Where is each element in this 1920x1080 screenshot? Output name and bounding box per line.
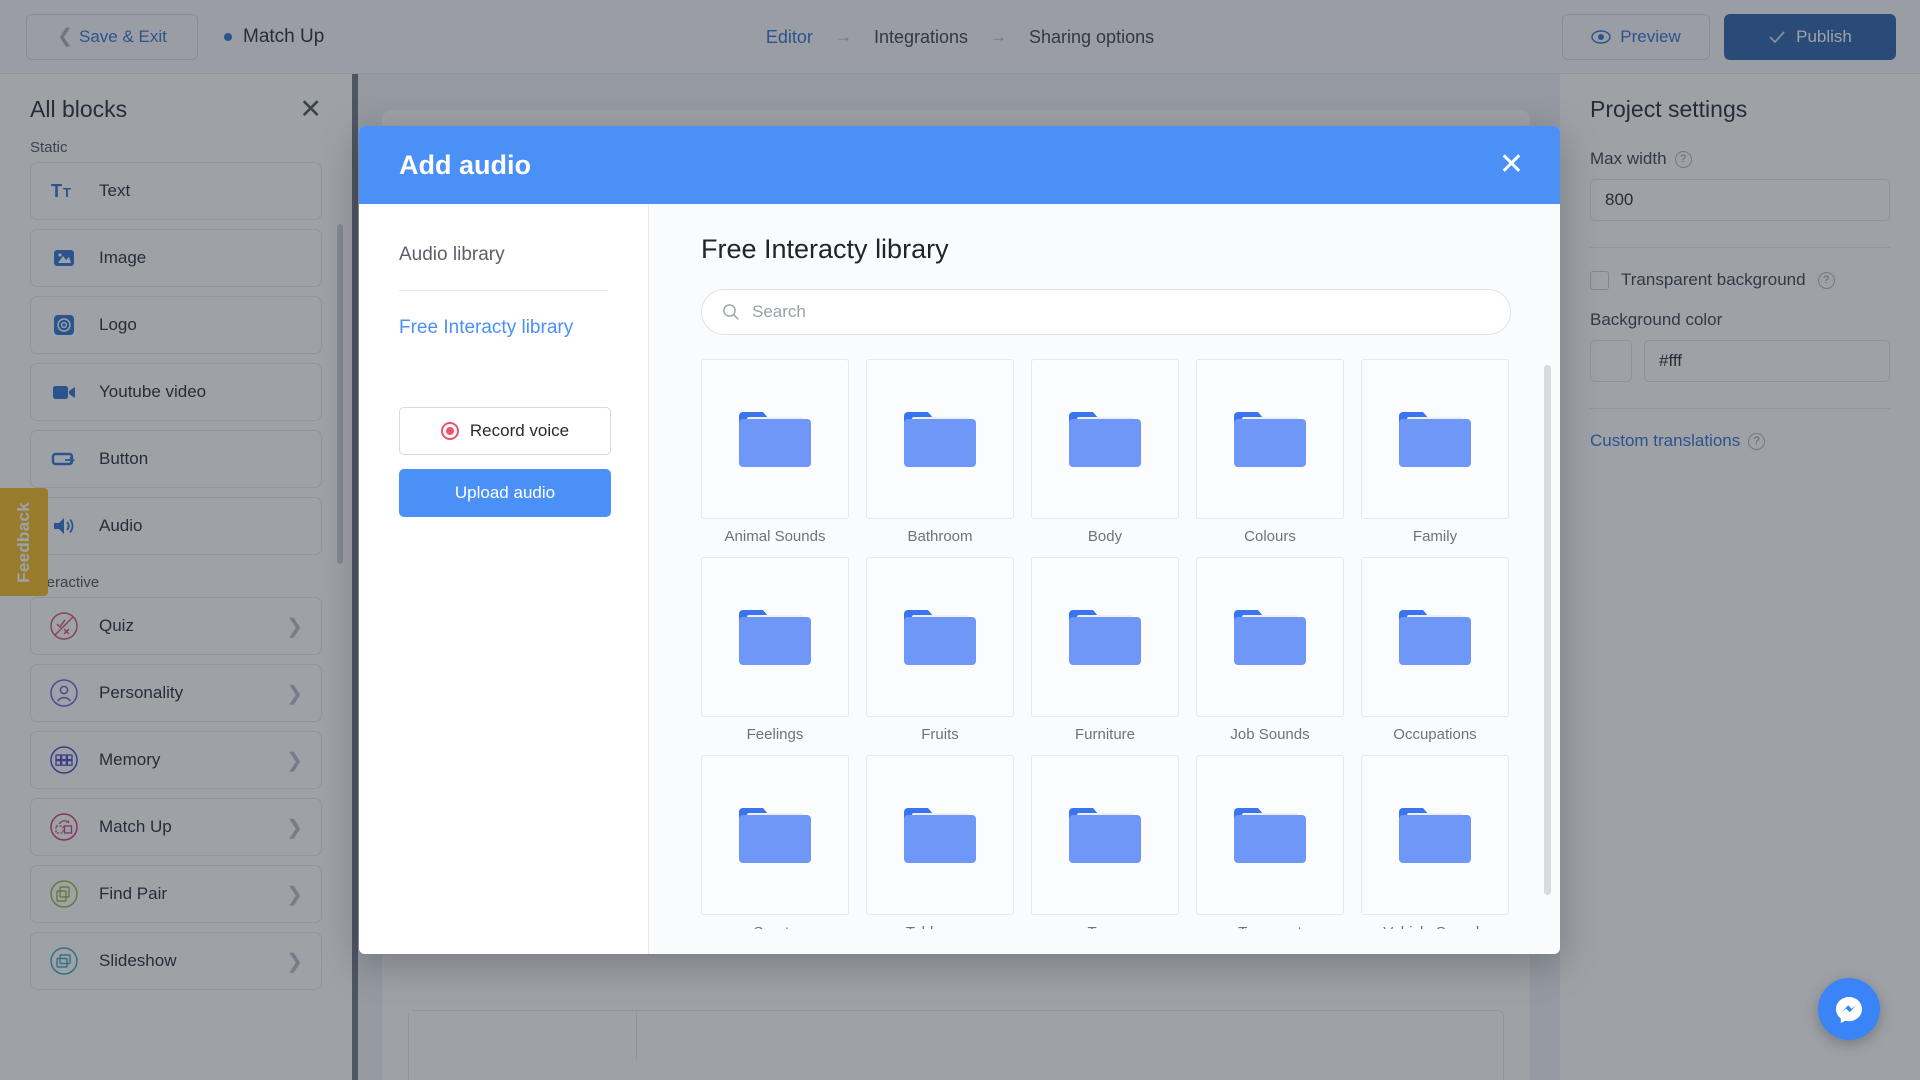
folder-item[interactable]: Town — [1031, 755, 1179, 929]
folder-label: Sports — [701, 924, 849, 929]
modal-sidebar: Audio library Free Interacty library Rec… — [359, 204, 649, 954]
folder-label: Job Sounds — [1230, 726, 1310, 743]
folder-item[interactable]: Colours — [1196, 359, 1344, 545]
folder-label: Transport — [1196, 924, 1344, 929]
folder-item[interactable]: Body — [1031, 359, 1179, 545]
folder-grid: Animal Sounds Bathroom Body Colours Family Fe… — [701, 359, 1551, 929]
folder-thumbnail[interactable] — [1196, 755, 1344, 915]
folder-icon — [1234, 610, 1306, 665]
folder-label: Furniture — [1074, 726, 1136, 743]
folder-thumbnail[interactable] — [1196, 557, 1344, 717]
folder-icon — [739, 808, 811, 863]
aside-divider — [399, 290, 608, 291]
folder-icon — [1069, 808, 1141, 863]
folder-thumbnail[interactable] — [866, 557, 1014, 717]
folder-label: Town — [1031, 924, 1179, 929]
audio-library-tab[interactable]: Audio library — [399, 244, 608, 266]
close-icon[interactable]: ✕ — [1499, 150, 1524, 180]
record-voice-label: Record voice — [469, 421, 570, 440]
folder-label: Colours — [1244, 528, 1296, 545]
folder-label: Animal Sounds — [724, 528, 826, 545]
folder-label: Occupations — [1393, 726, 1477, 743]
folder-thumbnail[interactable] — [1361, 755, 1509, 915]
folder-thumbnail[interactable] — [701, 755, 849, 915]
search-input[interactable] — [752, 302, 1490, 322]
folder-icon — [1069, 412, 1141, 467]
folder-thumbnail[interactable] — [1031, 557, 1179, 717]
folder-icon — [739, 610, 811, 665]
folder-icon — [904, 412, 976, 467]
folder-icon — [904, 808, 976, 863]
folder-grid-scrollbar[interactable] — [1544, 365, 1551, 895]
folder-label: Fruits — [921, 726, 959, 743]
search-icon — [723, 304, 739, 320]
app-root: ❮ Save & Exit Match Up Editor → Integrat… — [0, 0, 1920, 1080]
folder-thumbnail[interactable] — [701, 359, 849, 519]
record-dot-icon — [440, 422, 459, 440]
folder-item[interactable]: Occupations — [1361, 557, 1509, 743]
folder-label: Family — [1412, 528, 1458, 545]
folder-icon — [1399, 412, 1471, 467]
folder-item[interactable]: Job Sounds — [1196, 557, 1344, 743]
modal-body: Audio library Free Interacty library Rec… — [359, 204, 1560, 954]
search-bar[interactable] — [701, 289, 1511, 335]
messenger-chat-button[interactable] — [1818, 978, 1880, 1040]
record-voice-button[interactable]: Record voice — [399, 407, 611, 455]
folder-item[interactable]: Bathroom — [866, 359, 1014, 545]
folder-thumbnail[interactable] — [1031, 755, 1179, 915]
messenger-icon — [1836, 997, 1862, 1024]
folder-thumbnail[interactable] — [1361, 557, 1509, 717]
folder-label: Feelings — [746, 726, 804, 743]
folder-thumbnail[interactable] — [866, 359, 1014, 519]
free-interacty-library-tab[interactable]: Free Interacty library — [399, 317, 608, 339]
folder-thumbnail[interactable] — [1031, 359, 1179, 519]
folder-icon — [1234, 808, 1306, 863]
modal-header: Add audio ✕ — [359, 126, 1560, 204]
folder-label: Tableware — [866, 924, 1014, 929]
folder-label: Body — [1087, 528, 1123, 545]
folder-item[interactable]: Feelings — [701, 557, 849, 743]
folder-item[interactable]: Transport — [1196, 755, 1344, 929]
folder-thumbnail[interactable] — [1361, 359, 1509, 519]
folder-item[interactable]: Fruits — [866, 557, 1014, 743]
folder-item[interactable]: Animal Sounds — [701, 359, 849, 545]
folder-item[interactable]: Sports — [701, 755, 849, 929]
modal-main: Free Interacty library Animal Sounds Bath… — [649, 204, 1560, 954]
folder-item[interactable]: Furniture — [1031, 557, 1179, 743]
folder-icon — [1069, 610, 1141, 665]
folder-icon — [904, 610, 976, 665]
upload-audio-button[interactable]: Upload audio — [399, 469, 611, 517]
modal-title: Add audio — [399, 149, 531, 180]
folder-label: Bathroom — [907, 528, 973, 545]
folder-item[interactable]: Family — [1361, 359, 1509, 545]
folder-item[interactable]: Tableware — [866, 755, 1014, 929]
folder-thumbnail[interactable] — [701, 557, 849, 717]
library-heading: Free Interacty library — [701, 234, 949, 264]
folder-icon — [1234, 412, 1306, 467]
add-audio-modal: Add audio ✕ Audio library Free Interacty… — [359, 126, 1560, 954]
folder-icon — [1399, 808, 1471, 863]
folder-label: Vehicle Sounds — [1361, 924, 1509, 929]
folder-item[interactable]: Vehicle Sounds — [1361, 755, 1509, 929]
folder-thumbnail[interactable] — [866, 755, 1014, 915]
folder-icon — [739, 412, 811, 467]
folder-grid-wrapper: Animal Sounds Bathroom Body Colours Family Fe… — [701, 359, 1551, 929]
folder-icon — [1399, 610, 1471, 665]
folder-thumbnail[interactable] — [1196, 359, 1344, 519]
